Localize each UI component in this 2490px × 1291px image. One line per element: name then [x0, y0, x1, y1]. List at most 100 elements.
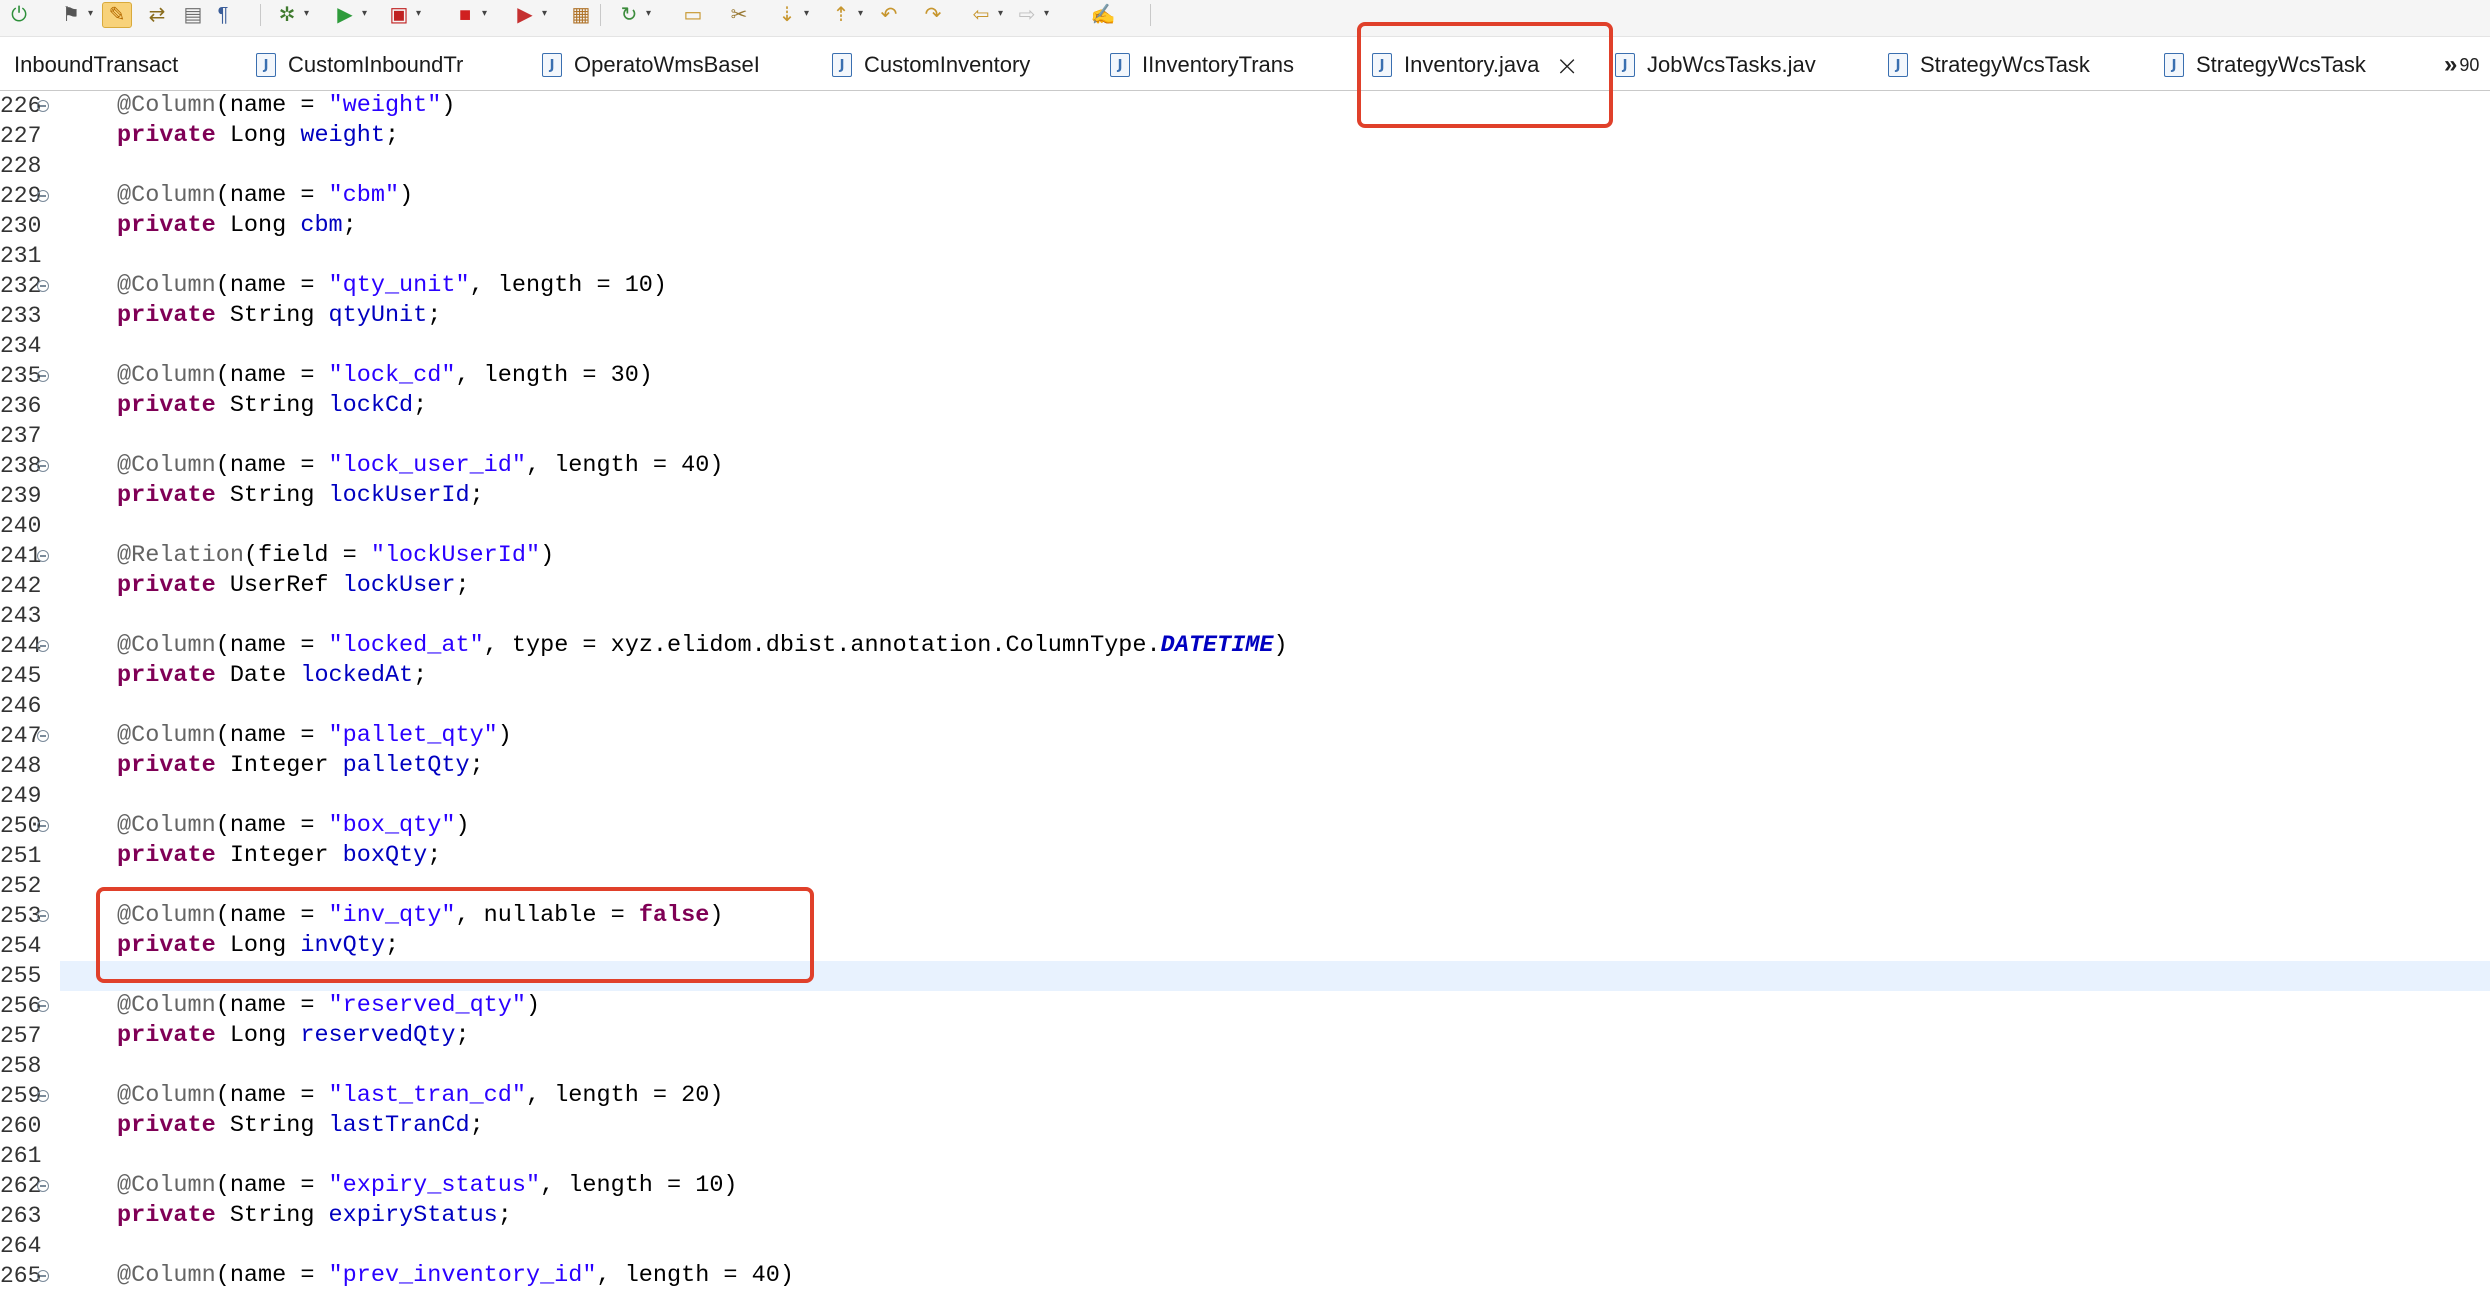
run-icon[interactable]: ▶: [330, 2, 360, 28]
code-line[interactable]: 236 private String lockCd;: [0, 391, 2490, 421]
code-line[interactable]: 251 private Integer boxQty;: [0, 841, 2490, 871]
code-line[interactable]: 264: [0, 1231, 2490, 1261]
code-line[interactable]: 265 @Column(name = "prev_inventory_id", l…: [0, 1261, 2490, 1291]
dropdown-arrow-icon[interactable]: ▾: [1044, 8, 1049, 19]
code-line[interactable]: 242 private UserRef lockUser;: [0, 571, 2490, 601]
fold-collapse-icon[interactable]: [37, 640, 49, 652]
code-line[interactable]: 260 private String lastTranCd;: [0, 1111, 2490, 1141]
refresh-icon[interactable]: ↻: [614, 2, 644, 28]
task-icon[interactable]: ✍: [1088, 2, 1118, 28]
code-line[interactable]: 226 @Column(name = "weight"): [0, 91, 2490, 121]
wrench-icon[interactable]: ✂: [724, 2, 754, 28]
code-line[interactable]: 239 private String lockUserId;: [0, 481, 2490, 511]
code-line[interactable]: 237: [0, 421, 2490, 451]
last-edit-icon[interactable]: ↶: [874, 2, 904, 28]
code-line[interactable]: 252: [0, 871, 2490, 901]
fold-collapse-icon[interactable]: [37, 280, 49, 292]
fold-collapse-icon[interactable]: [37, 910, 49, 922]
code-line[interactable]: 249: [0, 781, 2490, 811]
next-annotation-icon[interactable]: ⇣: [772, 2, 802, 28]
code-line[interactable]: 243: [0, 601, 2490, 631]
code-token: (name =: [215, 92, 329, 119]
dropdown-arrow-icon[interactable]: ▾: [858, 8, 863, 19]
code-line[interactable]: 234: [0, 331, 2490, 361]
fold-collapse-icon[interactable]: [37, 460, 49, 472]
launch-icon[interactable]: ▶: [510, 2, 540, 28]
code-line[interactable]: 253 @Column(name = "inv_qty", nullable = …: [0, 901, 2490, 931]
editor-tab[interactable]: J IInventoryTrans: [1110, 40, 1294, 90]
edit-pencil-icon[interactable]: ✎: [102, 2, 132, 28]
code-line[interactable]: 246: [0, 691, 2490, 721]
dropdown-arrow-icon[interactable]: ▾: [362, 8, 367, 19]
debug-config-icon[interactable]: ⚑: [56, 2, 86, 28]
tab-inventory-java-active[interactable]: J Inventory.java ×: [1372, 40, 1579, 90]
code-line[interactable]: 233 private String qtyUnit;: [0, 301, 2490, 331]
editor-tab[interactable]: J CustomInventory: [832, 40, 1030, 90]
editor-tab[interactable]: J OperatoWmsBaseI: [542, 40, 760, 90]
open-folder-icon[interactable]: ▭: [678, 2, 708, 28]
package-icon[interactable]: ▦: [566, 2, 596, 28]
fold-collapse-icon[interactable]: [37, 190, 49, 202]
previous-annotation-icon[interactable]: ⇡: [826, 2, 856, 28]
fold-collapse-icon[interactable]: [37, 1090, 49, 1102]
code-line[interactable]: 229 @Column(name = "cbm"): [0, 181, 2490, 211]
code-line[interactable]: 231: [0, 241, 2490, 271]
code-line[interactable]: 230 private Long cbm;: [0, 211, 2490, 241]
code-line[interactable]: 256 @Column(name = "reserved_qty"): [0, 991, 2490, 1021]
editor-tab[interactable]: J JobWcsTasks.jav: [1615, 40, 1816, 90]
tab-overflow-button[interactable]: » 90: [2444, 40, 2479, 90]
dropdown-arrow-icon[interactable]: ▾: [482, 8, 487, 19]
fold-collapse-icon[interactable]: [37, 1180, 49, 1192]
code-line[interactable]: 238 @Column(name = "lock_user_id", length…: [0, 451, 2490, 481]
forward-edit-icon[interactable]: ↷: [918, 2, 948, 28]
dropdown-arrow-icon[interactable]: ▾: [646, 8, 651, 19]
fold-collapse-icon[interactable]: [37, 100, 49, 112]
fold-collapse-icon[interactable]: [37, 1270, 49, 1282]
pilcrow-icon[interactable]: ¶: [208, 2, 238, 28]
code-line[interactable]: 241 @Relation(field = "lockUserId"): [0, 541, 2490, 571]
compare-icon[interactable]: ⇄: [142, 2, 172, 28]
back-icon[interactable]: ⇦: [966, 2, 996, 28]
fold-collapse-icon[interactable]: [37, 820, 49, 832]
code-line[interactable]: 262 @Column(name = "expiry_status", lengt…: [0, 1171, 2490, 1201]
editor-tab[interactable]: InboundTransact: [14, 40, 178, 90]
fold-collapse-icon[interactable]: [37, 370, 49, 382]
close-tab-icon[interactable]: ×: [1555, 49, 1578, 82]
code-line[interactable]: 255: [0, 961, 2490, 991]
bug-icon[interactable]: ✲: [272, 2, 302, 28]
code-line[interactable]: 250 @Column(name = "box_qty"): [0, 811, 2490, 841]
stop-icon[interactable]: ■: [450, 2, 480, 28]
document-icon[interactable]: ▤: [178, 2, 208, 28]
code-line[interactable]: 248 private Integer palletQty;: [0, 751, 2490, 781]
forward-icon[interactable]: ⇨: [1012, 2, 1042, 28]
code-line[interactable]: 235 @Column(name = "lock_cd", length = 30…: [0, 361, 2490, 391]
fold-collapse-icon[interactable]: [37, 1000, 49, 1012]
code-line[interactable]: 228: [0, 151, 2490, 181]
code-line[interactable]: 244 @Column(name = "locked_at", type = xy…: [0, 631, 2490, 661]
code-line[interactable]: 245 private Date lockedAt;: [0, 661, 2490, 691]
dropdown-arrow-icon[interactable]: ▾: [88, 8, 93, 19]
code-line[interactable]: 257 private Long reservedQty;: [0, 1021, 2490, 1051]
code-line[interactable]: 232 @Column(name = "qty_unit", length = 1…: [0, 271, 2490, 301]
dropdown-arrow-icon[interactable]: ▾: [416, 8, 421, 19]
code-line[interactable]: 263 private String expiryStatus;: [0, 1201, 2490, 1231]
code-line[interactable]: 227 private Long weight;: [0, 121, 2490, 151]
code-line[interactable]: 261: [0, 1141, 2490, 1171]
fold-collapse-icon[interactable]: [37, 730, 49, 742]
power-icon[interactable]: ⏻: [4, 2, 34, 28]
editor-tab[interactable]: J StrategyWcsTask: [2164, 40, 2366, 90]
code-line[interactable]: 258: [0, 1051, 2490, 1081]
code-editor[interactable]: 226 @Column(name = "weight") 227 private Lo…: [0, 91, 2490, 1289]
code-line[interactable]: 254 private Long invQty;: [0, 931, 2490, 961]
dropdown-arrow-icon[interactable]: ▾: [998, 8, 1003, 19]
run-config-icon[interactable]: ▣: [384, 2, 414, 28]
dropdown-arrow-icon[interactable]: ▾: [542, 8, 547, 19]
code-line[interactable]: 247 @Column(name = "pallet_qty"): [0, 721, 2490, 751]
dropdown-arrow-icon[interactable]: ▾: [304, 8, 309, 19]
fold-collapse-icon[interactable]: [37, 550, 49, 562]
code-line[interactable]: 240: [0, 511, 2490, 541]
editor-tab[interactable]: J CustomInboundTr: [256, 40, 463, 90]
editor-tab[interactable]: J StrategyWcsTask: [1888, 40, 2090, 90]
code-line[interactable]: 259 @Column(name = "last_tran_cd", length…: [0, 1081, 2490, 1111]
dropdown-arrow-icon[interactable]: ▾: [804, 8, 809, 19]
